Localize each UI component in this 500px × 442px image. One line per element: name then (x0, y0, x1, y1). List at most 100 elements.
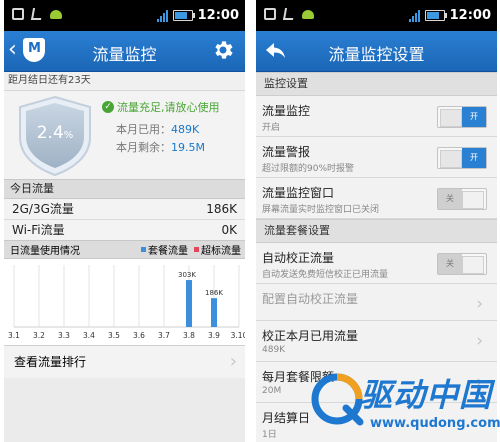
usage-percent-value: 2.4 (36, 123, 64, 143)
setting-subtitle: 开启 (262, 123, 281, 133)
status-bar: 12:00 (4, 0, 245, 31)
daily-usage-chart: 303K 186K 3.1 3.2 3.3 3.4 3.5 3.6 3.7 3.8 3.9 3.10 (4, 259, 245, 345)
today-traffic-header: 今日流量 (4, 179, 245, 199)
data-label-3.8: 303K (178, 271, 196, 279)
android-icon (50, 10, 62, 19)
daily-usage-chart-svg: 303K 186K 3.1 3.2 3.3 3.4 3.5 3.6 3.7 3.8 3.9 3.10 (8, 265, 245, 340)
setting-title: 校正本月已用流量 (262, 329, 359, 343)
clock: 12:00 (449, 8, 491, 23)
tick-label-3.9: 3.9 (208, 331, 220, 340)
wifi-traffic-label: Wi-Fi流量 (12, 223, 65, 237)
tick-label-3.2: 3.2 (33, 331, 45, 340)
battery-icon (172, 10, 195, 21)
toggle-off-label: 关 (438, 254, 462, 274)
setting-traffic-alert[interactable]: 流量警报 超过限额的90%时报警 开 (256, 137, 497, 178)
chart-title: 日流量使用情况 (10, 246, 80, 257)
mobile-traffic-row: 2G/3G流量 186K (4, 199, 245, 219)
usage-percent: 2.4% (16, 123, 94, 143)
monitor-window-toggle[interactable]: 关 (437, 188, 487, 210)
chevron-right-icon: › (229, 351, 237, 372)
mobile-traffic-label: 2G/3G流量 (12, 202, 74, 216)
setting-title: 流量监控 (262, 104, 311, 118)
legend-over: 超标流量 (194, 242, 241, 257)
toggle-on-label: 开 (462, 148, 486, 168)
tick-label-3.8: 3.8 (183, 331, 195, 340)
view-ranking-row[interactable]: 查看流量排行 › (4, 345, 245, 378)
month-used: 本月已用：489K (116, 121, 199, 137)
title-bar: ‹ 流量监控 (4, 31, 245, 72)
legend-plan-label: 套餐流量 (148, 246, 188, 257)
bar-3.8 (186, 280, 192, 327)
toggle-on-label: 开 (462, 107, 486, 127)
traffic-alert-toggle[interactable]: 开 (437, 147, 487, 169)
title-bar: 流量监控设置 (256, 31, 497, 72)
wifi-traffic-row: Wi-Fi流量 0K (4, 219, 245, 240)
setting-subtitle: 屏幕流量实时监控窗口已关闭 (262, 205, 380, 215)
setting-correct-used[interactable]: 校正本月已用流量 489K › (256, 321, 497, 362)
watermark-url: www.qudong.com (370, 416, 500, 431)
traffic-monitor-toggle[interactable]: 开 (437, 106, 487, 128)
usb-icon (282, 8, 296, 20)
monitor-settings-header: 监控设置 (256, 72, 497, 96)
chart-legend: 套餐流量 超标流量 (141, 242, 241, 257)
tick-label-3.7: 3.7 (158, 331, 170, 340)
data-label-3.9: 186K (205, 289, 223, 297)
setting-subtitle: 1日 (262, 430, 277, 440)
tick-label-3.4: 3.4 (83, 331, 95, 340)
setting-title: 流量警报 (262, 145, 311, 159)
setting-monitor-window[interactable]: 流量监控窗口 屏幕流量实时监控窗口已关闭 关 (256, 178, 497, 219)
signal-icon (156, 9, 168, 22)
tick-label-3.6: 3.6 (133, 331, 145, 340)
legend-over-label: 超标流量 (201, 246, 241, 257)
bar-3.9 (211, 298, 217, 327)
setting-subtitle: 489K (262, 345, 286, 355)
clock: 12:00 (197, 8, 239, 23)
status-bar: 12:00 (256, 0, 497, 31)
status-message: ✓ 流量充足,请放心使用 (102, 99, 220, 115)
battery-icon (424, 10, 447, 21)
status-text: 流量充足,请放心使用 (117, 101, 220, 114)
tick-label-3.10: 3.10 (231, 331, 245, 340)
screenshot-notification-icon (264, 8, 276, 20)
view-ranking-label: 查看流量排行 (14, 355, 87, 369)
daily-usage-header: 日流量使用情况 套餐流量 超标流量 (4, 240, 245, 259)
month-remaining-value: 19.5M (171, 141, 205, 154)
wifi-traffic-value: 0K (221, 223, 237, 237)
setting-subtitle: 自动发送免费短信校正已用流量 (262, 270, 389, 280)
chevron-right-icon: › (476, 331, 483, 351)
month-remaining-label: 本月剩余： (116, 141, 171, 154)
android-icon (302, 10, 314, 19)
mobile-traffic-value: 186K (206, 202, 237, 216)
month-used-value: 489K (171, 123, 200, 136)
setting-subtitle: 超过限额的90%时报警 (262, 164, 355, 174)
setting-traffic-monitor[interactable]: 流量监控 开启 开 (256, 96, 497, 137)
tick-label-3.3: 3.3 (58, 331, 70, 340)
page-title: 流量监控 (92, 45, 157, 64)
setting-configure-auto-correct[interactable]: 配置自动校正流量 › (256, 284, 497, 321)
signal-icon (408, 9, 420, 22)
setting-title: 自动校正流量 (262, 251, 335, 265)
page-title: 流量监控设置 (328, 45, 425, 64)
setting-title: 流量监控窗口 (262, 186, 335, 200)
billing-countdown: 距月结日还有23天 (4, 72, 245, 91)
legend-plan: 套餐流量 (141, 242, 188, 257)
tick-label-3.1: 3.1 (8, 331, 20, 340)
usb-icon (30, 8, 44, 20)
month-remaining: 本月剩余：19.5M (116, 139, 205, 155)
auto-correct-toggle[interactable]: 关 (437, 253, 487, 275)
chevron-right-icon: › (476, 294, 483, 314)
tick-label-3.5: 3.5 (108, 331, 120, 340)
gear-icon[interactable] (211, 38, 235, 62)
setting-subtitle: 20M (262, 386, 282, 396)
watermark-logo-icon (311, 373, 364, 426)
setting-title: 配置自动校正流量 (262, 292, 359, 306)
usage-summary: 2.4% ✓ 流量充足,请放心使用 本月已用：489K 本月剩余：19.5M (4, 91, 245, 179)
watermark: 驱动中国 www.qudong.com (300, 368, 500, 442)
month-used-label: 本月已用： (116, 123, 171, 136)
check-icon: ✓ (102, 101, 114, 113)
screenshot-notification-icon (12, 8, 24, 20)
setting-auto-correct[interactable]: 自动校正流量 自动发送免费短信校正已用流量 关 (256, 243, 497, 284)
usage-percent-unit: % (63, 130, 74, 141)
watermark-brand: 驱动中国 (360, 376, 493, 414)
left-phone-screen: 12:00 ‹ 流量监控 距月结日还有23天 2.4% ✓ 流量充足,请放心使用… (4, 0, 245, 442)
